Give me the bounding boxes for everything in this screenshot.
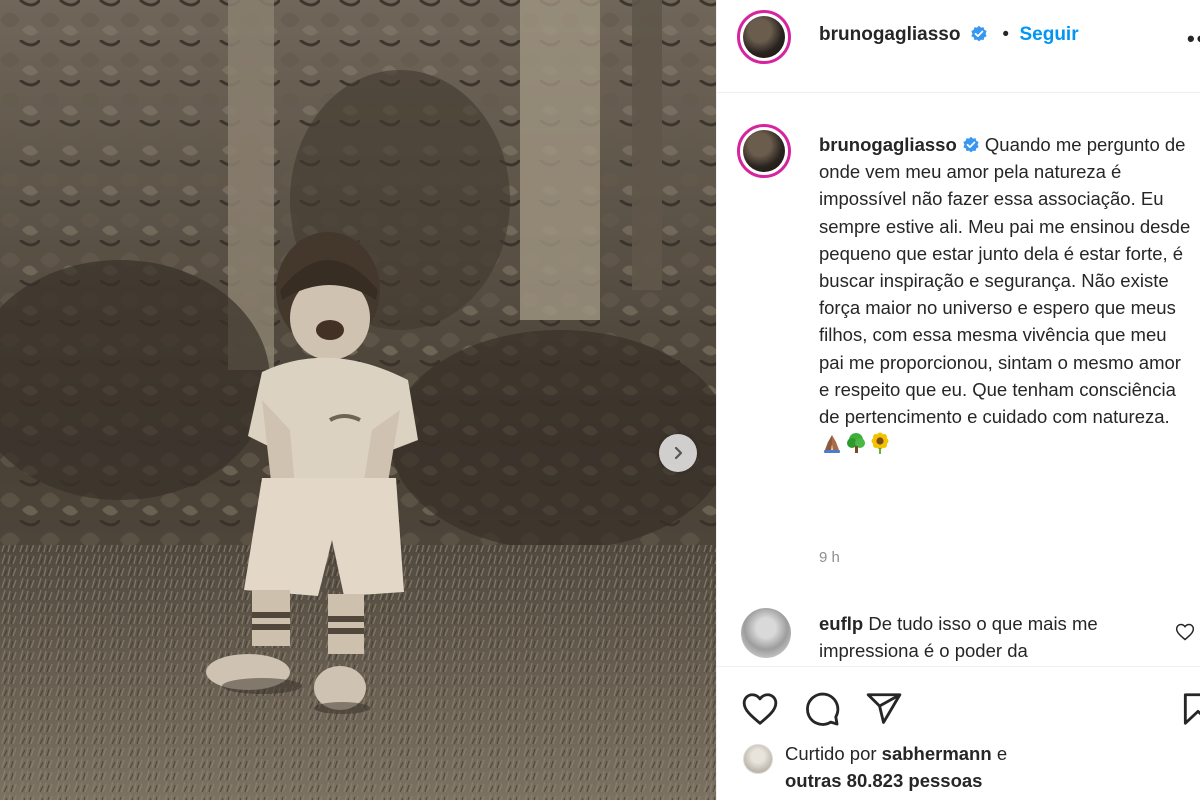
likes-line-1: Curtido por sabhermann e [785,740,1007,767]
header-user-line: brunogagliasso • Seguir [819,24,1079,46]
caption-username[interactable]: brunogagliasso [819,134,957,155]
action-bar [717,668,1200,738]
tree-icon [847,433,865,454]
comment-icon[interactable] [803,690,841,728]
likes-count-link[interactable]: outras 80.823 pessoas [785,770,982,791]
heart-icon[interactable] [741,690,779,728]
folded-hands-icon [824,435,840,454]
commenter-avatar[interactable] [741,608,791,658]
liker-username[interactable]: sabhermann [882,743,992,764]
post-timestamp[interactable]: 9 h [819,549,840,566]
verified-badge-icon [971,25,987,42]
author-avatar[interactable] [737,10,791,64]
caption-author-avatar[interactable] [737,124,791,178]
post-caption: brunogagliasso Quando me pergunto de ond… [819,131,1191,457]
comment-item: euflp De tudo isso o que mais me impress… [819,610,1169,664]
share-icon[interactable] [865,690,903,728]
caption-text: Quando me pergunto de onde vem meu amor … [819,134,1191,428]
comments-list: euflp De tudo isso o que mais me impress… [717,590,1200,667]
follow-button[interactable]: Seguir [1019,24,1078,45]
commenter-username[interactable]: euflp [819,613,863,634]
post-photo[interactable] [0,0,716,800]
chevron-right-icon [674,446,683,460]
likes-prefix: Curtido por [785,743,877,764]
likes-line-2: outras 80.823 pessoas [785,767,982,794]
bookmark-icon[interactable] [1179,690,1200,728]
likes-conjunction: e [996,743,1008,764]
post-details-panel: brunogagliasso • Seguir ••• brunogaglias… [716,0,1200,800]
next-photo-button[interactable] [659,434,697,472]
verified-badge-icon [963,136,979,153]
more-options-button[interactable]: ••• [1187,26,1200,52]
post-header: brunogagliasso • Seguir ••• [717,0,1200,93]
comment-like-heart-icon[interactable] [1175,622,1195,642]
child-in-garden-photo [0,0,716,800]
separator-dot: • [1002,24,1010,45]
author-username[interactable]: brunogagliasso [819,24,960,45]
sunflower-icon [871,432,889,455]
liker-avatar[interactable] [743,744,773,774]
